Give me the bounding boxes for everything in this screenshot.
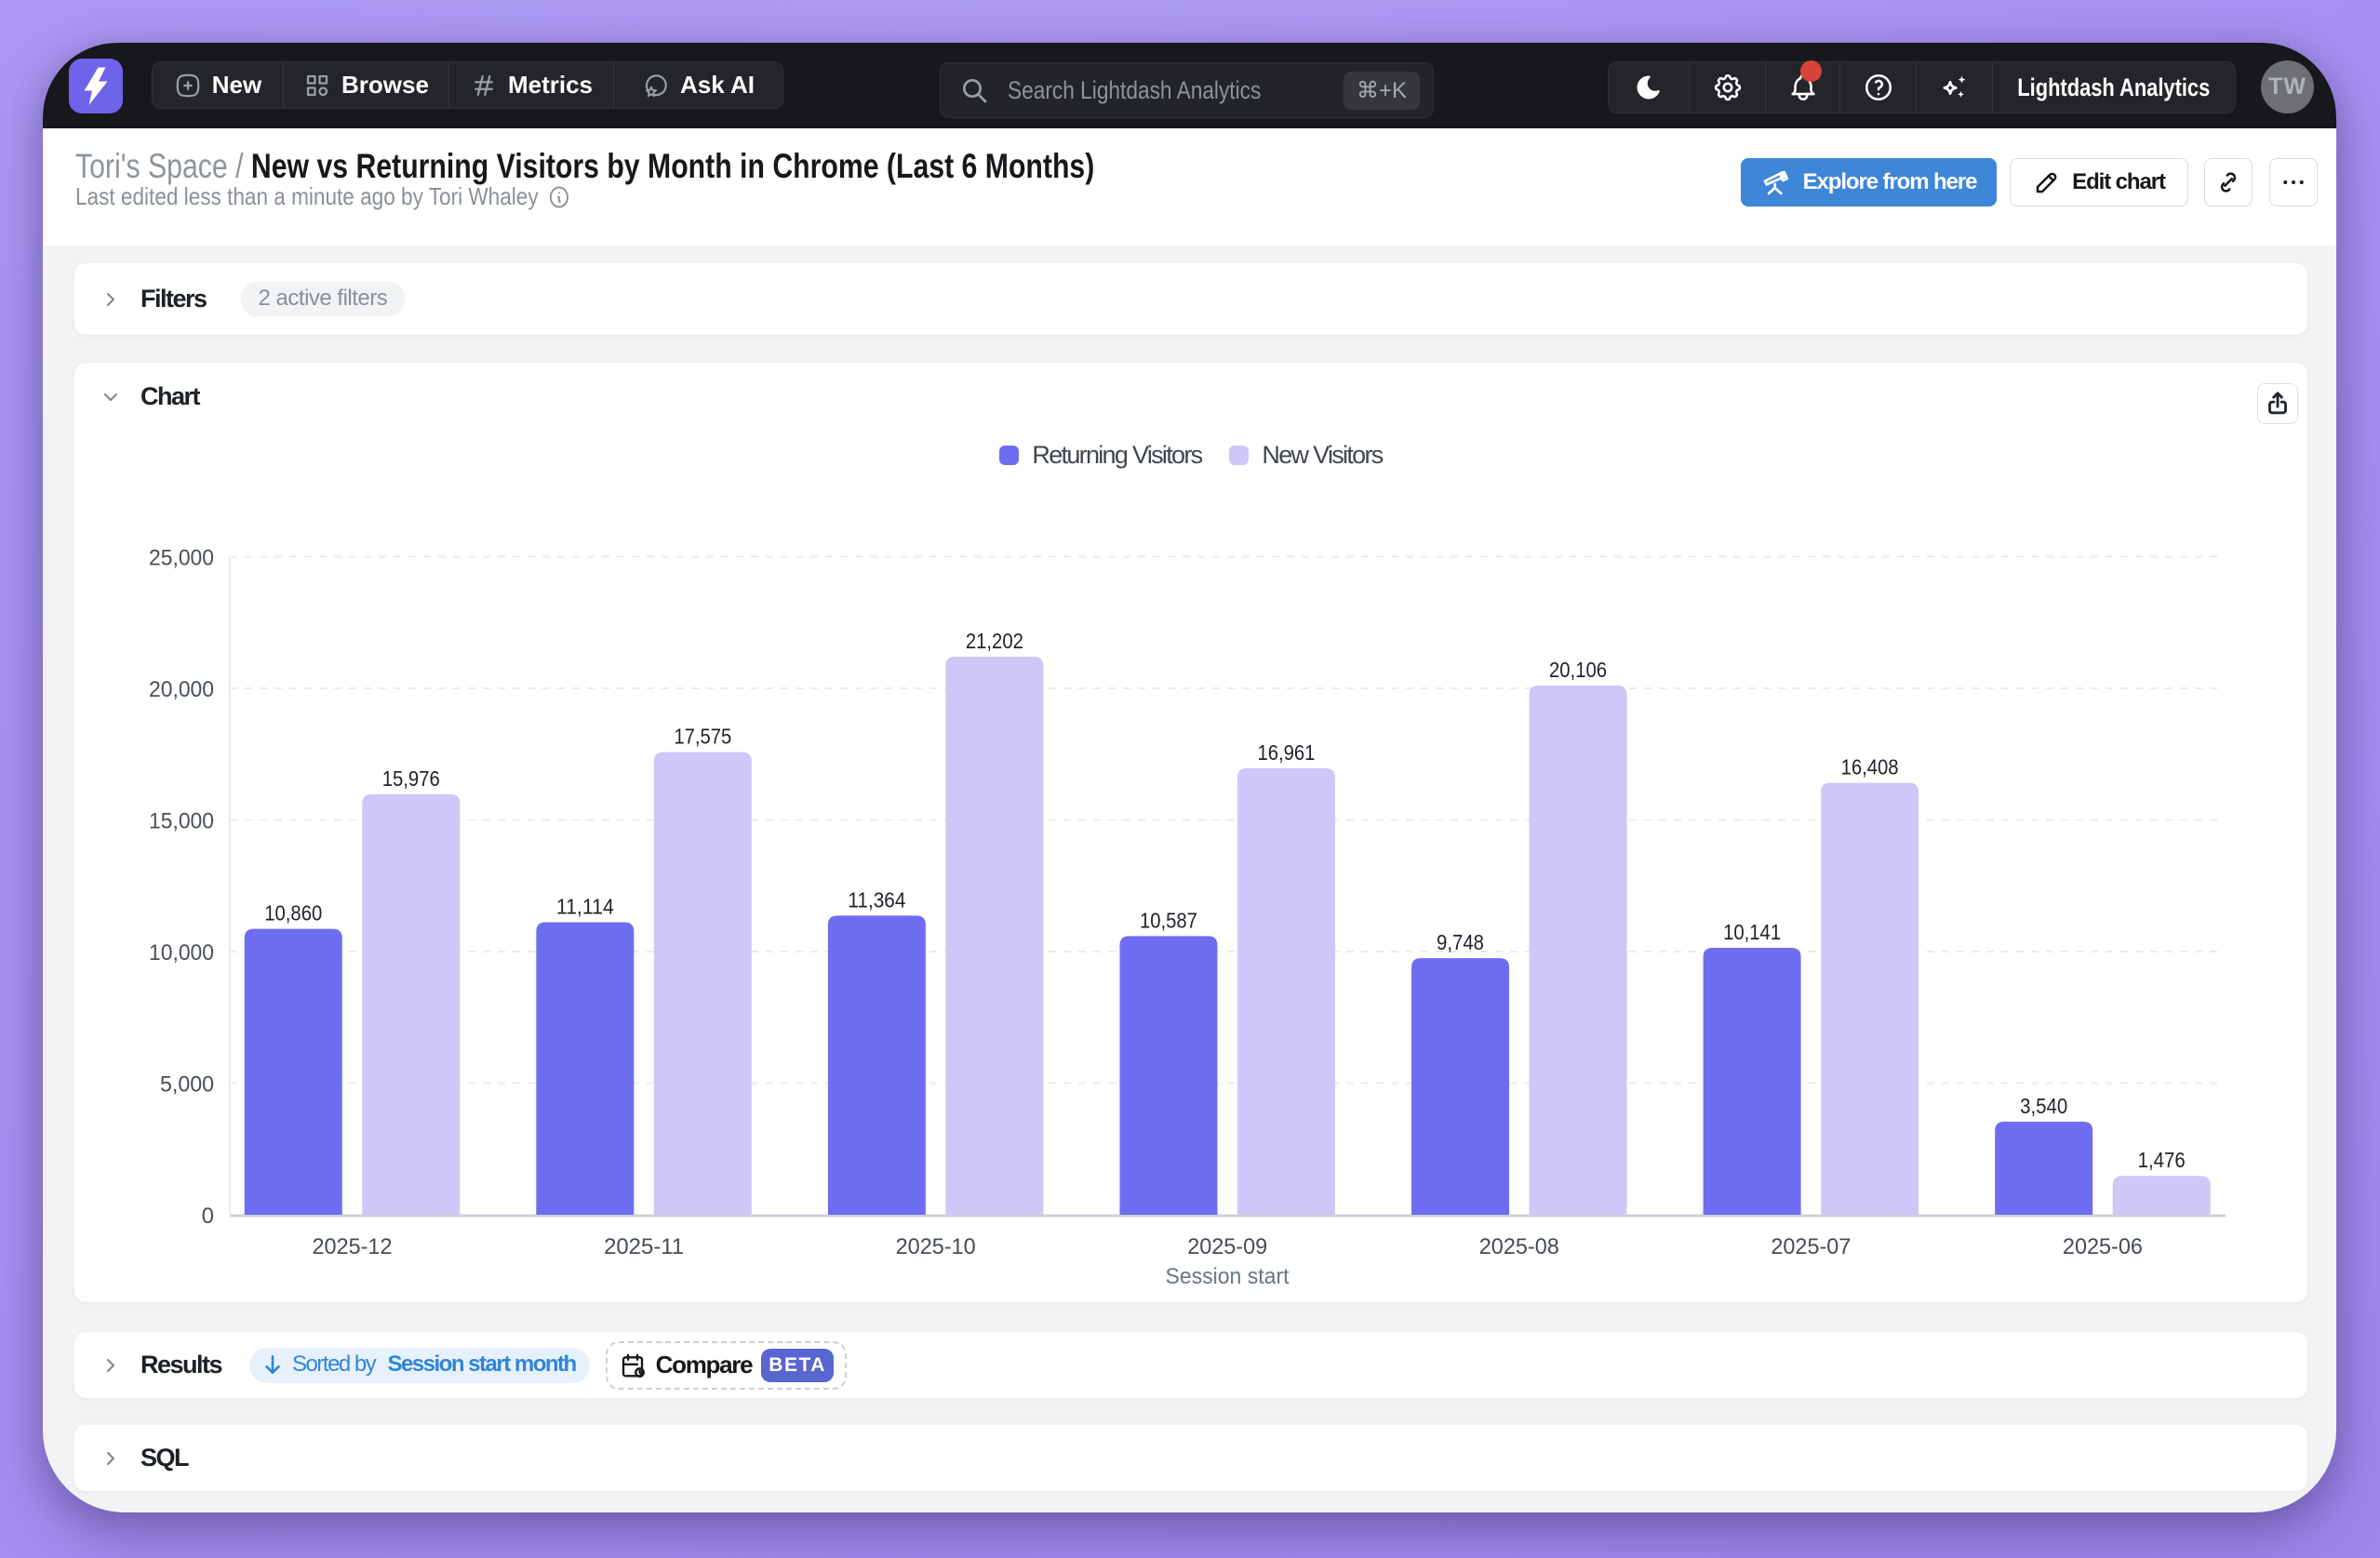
svg-text:2025-06: 2025-06 bbox=[2063, 1234, 2143, 1259]
svg-text:11,114: 11,114 bbox=[556, 894, 614, 918]
svg-text:20,000: 20,000 bbox=[149, 677, 214, 702]
svg-text:1,476: 1,476 bbox=[2138, 1148, 2186, 1172]
svg-text:2025-07: 2025-07 bbox=[1771, 1234, 1851, 1259]
svg-text:2025-10: 2025-10 bbox=[896, 1234, 976, 1259]
svg-text:15,000: 15,000 bbox=[149, 809, 214, 834]
svg-text:17,575: 17,575 bbox=[674, 725, 731, 749]
svg-text:0: 0 bbox=[202, 1204, 214, 1229]
svg-text:21,202: 21,202 bbox=[966, 629, 1023, 653]
svg-text:10,860: 10,860 bbox=[264, 901, 322, 925]
svg-text:15,976: 15,976 bbox=[382, 766, 440, 791]
svg-text:11,364: 11,364 bbox=[848, 887, 905, 912]
svg-text:10,141: 10,141 bbox=[1723, 920, 1781, 944]
svg-text:16,961: 16,961 bbox=[1257, 740, 1315, 765]
svg-text:3,540: 3,540 bbox=[2020, 1094, 2067, 1118]
svg-text:10,000: 10,000 bbox=[149, 940, 214, 965]
svg-text:2025-09: 2025-09 bbox=[1187, 1234, 1267, 1259]
svg-text:9,748: 9,748 bbox=[1437, 930, 1484, 954]
svg-text:2025-08: 2025-08 bbox=[1479, 1234, 1559, 1259]
svg-text:16,408: 16,408 bbox=[1841, 755, 1899, 779]
svg-text:2025-12: 2025-12 bbox=[313, 1234, 393, 1259]
svg-text:Session start: Session start bbox=[1166, 1264, 1290, 1289]
svg-text:5,000: 5,000 bbox=[160, 1072, 214, 1098]
svg-text:2025-11: 2025-11 bbox=[604, 1234, 684, 1259]
svg-text:20,106: 20,106 bbox=[1549, 658, 1607, 682]
svg-text:10,587: 10,587 bbox=[1140, 908, 1197, 932]
svg-text:25,000: 25,000 bbox=[149, 546, 214, 571]
